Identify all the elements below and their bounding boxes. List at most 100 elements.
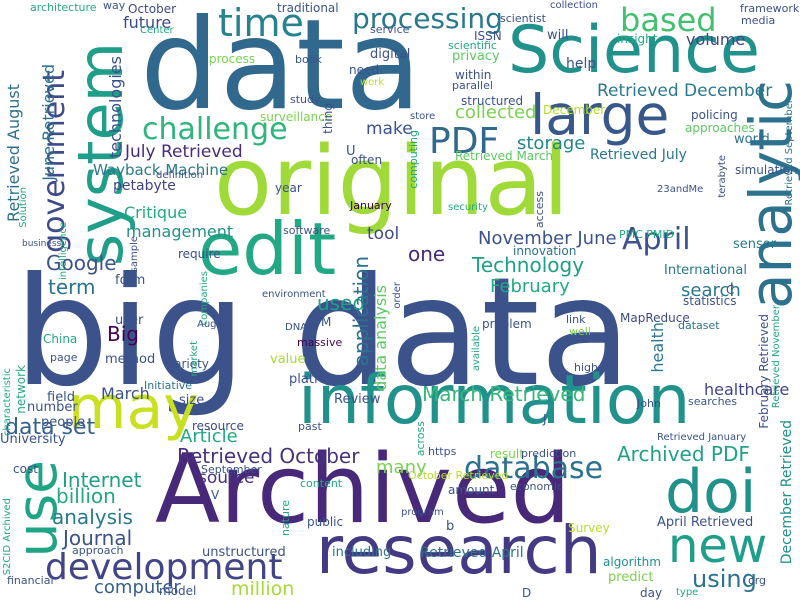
- cloud-word: cost: [13, 462, 38, 476]
- cloud-word: Survey: [568, 521, 610, 535]
- cloud-word: dataset: [678, 319, 720, 332]
- cloud-word: including: [332, 545, 392, 560]
- cloud-word: October: [128, 2, 177, 16]
- cloud-word: scientist: [500, 12, 546, 25]
- cloud-word: insight: [617, 32, 658, 46]
- cloud-word: Retrieved April: [420, 545, 524, 561]
- cloud-word: model: [159, 584, 197, 598]
- cloud-word: problem: [482, 317, 532, 331]
- cloud-word: term: [48, 275, 96, 299]
- cloud-word: Google: [46, 251, 117, 275]
- cloud-word: Retrieved September: [784, 99, 795, 206]
- cloud-word: July Retrieved: [125, 142, 243, 162]
- cloud-word: 23andMe: [657, 184, 704, 195]
- cloud-word: platform: [289, 372, 345, 387]
- cloud-word: economic: [510, 480, 564, 493]
- cloud-word: sample: [129, 236, 140, 273]
- cloud-word: method: [105, 352, 156, 367]
- cloud-word: architecture: [30, 1, 97, 14]
- cloud-word: intelligence: [58, 222, 69, 281]
- cloud-word: program: [401, 507, 444, 518]
- cloud-word: searches: [688, 395, 738, 408]
- cloud-word: John: [637, 397, 661, 410]
- cloud-word: public: [307, 515, 344, 529]
- cloud-word: nature: [279, 500, 292, 537]
- cloud-word: health: [648, 322, 667, 373]
- cloud-word: high: [574, 361, 598, 374]
- cloud-word: M: [321, 315, 332, 329]
- cloud-word: September: [201, 463, 262, 476]
- cloud-word: Retrieved July: [590, 147, 687, 163]
- cloud-word: help: [566, 56, 597, 72]
- cloud-word: work: [360, 77, 385, 88]
- cloud-word: October Retrieved: [408, 469, 509, 482]
- cloud-word: service: [370, 23, 410, 36]
- cloud-word: order: [392, 282, 403, 309]
- cloud-word: December: [543, 103, 606, 117]
- cloud-word: type: [676, 587, 699, 598]
- cloud-word: business: [22, 239, 62, 249]
- cloud-word: will: [547, 28, 569, 43]
- cloud-word: characteristic: [2, 368, 13, 437]
- cloud-word: media: [741, 14, 776, 27]
- cloud-word: structured: [461, 94, 524, 108]
- cloud-word: tool: [367, 224, 400, 244]
- cloud-word: day: [640, 586, 663, 600]
- cloud-word: digital: [370, 47, 411, 62]
- cloud-word: data analysis: [371, 285, 390, 391]
- cloud-word: August: [197, 319, 232, 330]
- cloud-word: https: [428, 445, 457, 458]
- cloud-word: technologies: [106, 56, 125, 158]
- cloud-word: prediction: [521, 447, 577, 460]
- cloud-word: D: [522, 586, 532, 600]
- cloud-word: volume: [686, 30, 746, 49]
- cloud-word: security: [448, 202, 488, 213]
- cloud-word: companies: [199, 271, 210, 326]
- cloud-word: terabyte: [717, 155, 728, 198]
- cloud-word: PMC PMID: [619, 228, 675, 241]
- cloud-word: study: [290, 93, 321, 106]
- cloud-word: one: [408, 242, 446, 266]
- cloud-word: amount: [448, 483, 495, 497]
- cloud-word: size: [179, 393, 205, 408]
- cloud-word: December Retrieved: [779, 420, 795, 565]
- cloud-word: predict: [608, 570, 654, 585]
- cloud-word: often: [351, 153, 383, 167]
- cloud-word: Retrieved January: [657, 432, 747, 443]
- cloud-word: February: [490, 276, 570, 297]
- cloud-word: Solution: [18, 187, 29, 228]
- cloud-word: resource: [192, 419, 244, 433]
- cloud-word: J: [543, 412, 547, 426]
- cloud-word: require: [178, 247, 221, 261]
- cloud-word: U: [346, 144, 356, 159]
- cloud-word: user: [115, 313, 144, 328]
- cloud-word: S2CID Archived: [2, 498, 13, 576]
- word-cloud: big data data original Archived information r…: [0, 0, 800, 600]
- cloud-word: make: [366, 119, 413, 139]
- cloud-word: parallel: [452, 79, 493, 92]
- cloud-word: innovation: [513, 244, 577, 258]
- cloud-word: April Retrieved: [657, 515, 754, 530]
- cloud-word: collection: [550, 0, 598, 11]
- cloud-word: b: [446, 519, 455, 534]
- cloud-word: massive: [297, 336, 343, 349]
- cloud-word: financial: [7, 574, 54, 587]
- cloud-word: people: [41, 415, 86, 430]
- cloud-word: approach: [72, 544, 124, 557]
- cloud-word: computing: [407, 130, 420, 189]
- cloud-word: content: [300, 477, 343, 490]
- cloud-word: software: [283, 224, 331, 237]
- cloud-word: application: [349, 256, 373, 367]
- cloud-word: Technology: [472, 253, 585, 277]
- cloud-word: across: [414, 421, 427, 457]
- cloud-word: billion: [56, 484, 116, 508]
- cloud-word: past: [298, 420, 322, 433]
- cloud-word: June Retrieved: [39, 64, 58, 181]
- cloud-word: C: [726, 283, 735, 297]
- cloud-word: need: [349, 63, 379, 77]
- cloud-word: available: [471, 326, 482, 372]
- cloud-word: February Retrieved: [757, 314, 771, 429]
- cloud-word: policing: [691, 108, 738, 122]
- cloud-word: store: [410, 111, 436, 122]
- cloud-word: environment: [262, 289, 326, 300]
